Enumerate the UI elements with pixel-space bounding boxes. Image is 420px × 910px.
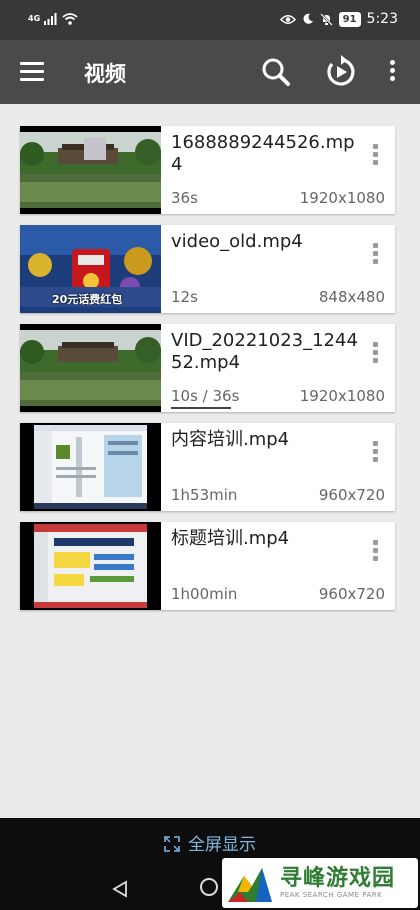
- network-label: 4G: [28, 14, 41, 23]
- wifi-icon: [62, 13, 78, 25]
- status-bar: 4G 91 5:23: [0, 0, 420, 40]
- video-duration: 10s / 36s: [171, 387, 240, 405]
- video-thumbnail: [20, 423, 161, 511]
- video-item[interactable]: 内容培训.mp4 1h53min 960x720: [20, 423, 395, 511]
- item-menu-icon[interactable]: [373, 243, 379, 267]
- watermark-cn: 寻峰游戏园: [280, 866, 396, 891]
- expand-icon: [164, 836, 180, 852]
- fullscreen-button[interactable]: 全屏显示: [0, 830, 420, 855]
- app-bar: 视频: [0, 40, 420, 104]
- video-thumbnail: [20, 126, 161, 214]
- video-resolution: 960x720: [318, 585, 385, 603]
- video-resolution: 960x720: [318, 486, 385, 504]
- item-menu-icon[interactable]: [373, 342, 379, 366]
- nav-home-icon[interactable]: [200, 878, 218, 896]
- video-thumbnail: [20, 324, 161, 412]
- video-duration: 1h53min: [171, 486, 238, 504]
- mute-bell-icon: [319, 12, 333, 26]
- video-item[interactable]: 20元话费红包 video_old.mp4 12s 848x480: [20, 225, 395, 313]
- mountain-logo-icon: [228, 868, 272, 902]
- video-thumbnail: [20, 522, 161, 610]
- eye-icon: [279, 14, 296, 24]
- nav-back-icon[interactable]: [112, 880, 128, 898]
- battery-indicator: 91: [338, 11, 361, 27]
- thumbnail-caption: 20元话费红包: [52, 293, 123, 306]
- video-filename: 内容培训.mp4: [171, 429, 290, 450]
- item-menu-icon[interactable]: [373, 441, 379, 465]
- video-item[interactable]: 标题培训.mp4 1h00min 960x720: [20, 522, 395, 610]
- video-item[interactable]: VID_20221023_124452.mp4 10s / 36s 1920x1…: [20, 324, 395, 412]
- video-resolution: 1920x1080: [299, 189, 385, 207]
- video-filename: VID_20221023_124452.mp4: [171, 330, 358, 373]
- item-menu-icon[interactable]: [373, 540, 379, 564]
- clock: 5:23: [366, 11, 398, 27]
- video-duration: 1h00min: [171, 585, 238, 603]
- video-filename: 标题培训.mp4: [171, 528, 290, 549]
- more-options-icon[interactable]: [386, 60, 398, 86]
- watermark-en: PEAK SEARCH GAME PARK: [280, 891, 383, 899]
- fullscreen-label: 全屏显示: [188, 835, 256, 855]
- item-menu-icon[interactable]: [373, 144, 379, 168]
- search-icon[interactable]: [260, 56, 292, 88]
- menu-icon[interactable]: [20, 62, 44, 82]
- page-title: 视频: [84, 62, 126, 86]
- video-resolution: 848x480: [318, 288, 385, 306]
- moon-icon: [303, 13, 313, 24]
- video-list: 1688889244526.mp4 36s 1920x1080 20元话费红包 …: [20, 126, 395, 621]
- video-thumbnail: 20元话费红包: [20, 225, 161, 313]
- refresh-play-icon[interactable]: [324, 55, 358, 89]
- video-duration: 12s: [171, 288, 198, 306]
- video-filename: 1688889244526.mp4: [171, 132, 355, 175]
- video-resolution: 1920x1080: [299, 387, 385, 405]
- signal-icon: [44, 12, 57, 25]
- playback-progress-bar: [171, 407, 231, 409]
- video-duration: 36s: [171, 189, 198, 207]
- video-filename: video_old.mp4: [171, 231, 303, 252]
- video-item[interactable]: 1688889244526.mp4 36s 1920x1080: [20, 126, 395, 214]
- watermark-logo: 寻峰游戏园 PEAK SEARCH GAME PARK: [222, 858, 418, 908]
